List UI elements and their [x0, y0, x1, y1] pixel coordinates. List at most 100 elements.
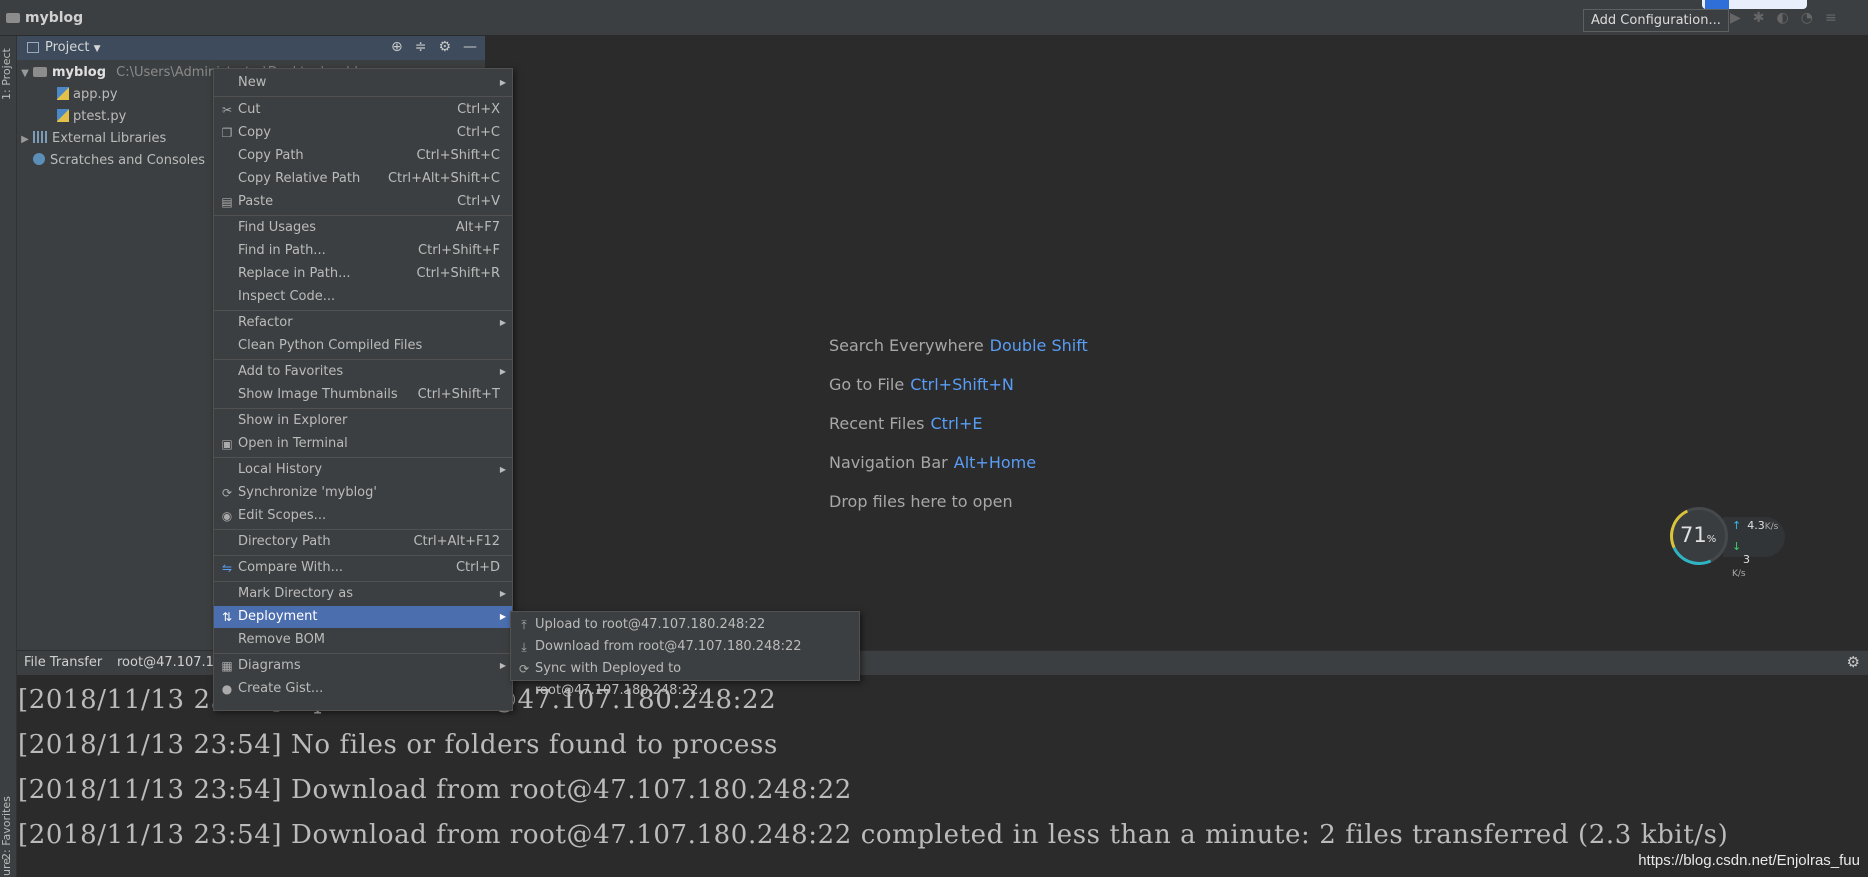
menu-item-open-in-terminal[interactable]: ▣ Open in Terminal [214, 433, 512, 455]
submenu-arrow-icon: ▶ [499, 661, 506, 670]
upload-unit: K/s [1764, 522, 1779, 532]
folder-icon [33, 67, 47, 77]
gear-icon[interactable]: ⚙ [438, 39, 451, 55]
hint-search-everywhere: Search Everywhere Double Shift [829, 336, 1088, 375]
menu-label: Show Image Thumbnails [238, 387, 398, 402]
menu-item-paste[interactable]: ▤ Paste Ctrl+V [214, 191, 512, 213]
gear-icon[interactable]: ⚙ [1847, 653, 1860, 671]
menu-item-replace-in-path[interactable]: Replace in Path... Ctrl+Shift+R [214, 263, 512, 285]
hide-icon[interactable]: — [463, 39, 477, 55]
download-arrow-icon: ↓ [1732, 540, 1742, 553]
menu-separator [214, 457, 512, 458]
profile-icon[interactable]: ◔ [1801, 10, 1825, 26]
tree-item-label: myblog [52, 65, 107, 80]
menu-separator [214, 96, 512, 97]
menu-item-clean-compiled[interactable]: Clean Python Compiled Files [214, 335, 512, 357]
download-unit: K/s [1732, 569, 1746, 579]
menu-item-local-history[interactable]: Local History ▶ [214, 459, 512, 481]
menu-item-mark-directory[interactable]: Mark Directory as ▶ [214, 583, 512, 605]
menu-separator [214, 529, 512, 530]
run-icon[interactable]: ▶ [1730, 10, 1753, 26]
menu-shortcut: Ctrl+Alt+Shift+C [387, 171, 500, 186]
menu-shortcut: Ctrl+C [456, 125, 500, 140]
debug-icon[interactable]: ✱ [1753, 10, 1777, 26]
tree-item-label: External Libraries [52, 131, 167, 146]
submenu-item-sync[interactable]: ⟳ Sync with Deployed to root@47.107.180.2… [511, 658, 859, 698]
library-icon [33, 131, 47, 143]
add-configuration-button[interactable]: Add Configuration... [1583, 9, 1729, 32]
menu-shortcut: Ctrl+Shift+F [418, 243, 500, 258]
submenu-item-download[interactable]: ⤓ Download from root@47.107.180.248:22 [511, 636, 859, 658]
upload-value: 4.3 [1747, 519, 1765, 532]
hint-label: Navigation Bar [829, 453, 948, 472]
run-toolbar: ▶✱◐◔≡ [1730, 10, 1849, 26]
expand-arrow-icon[interactable]: ▶ [17, 129, 33, 151]
expand-arrow-icon[interactable]: ▼ [17, 63, 33, 85]
menu-label: Create Gist... [238, 681, 324, 696]
menu-item-new[interactable]: New ▶ [214, 72, 512, 94]
folder-icon [6, 13, 20, 23]
build-icon[interactable]: ≡ [1825, 10, 1849, 26]
favorites-tool-tab[interactable]: 2: Favorites [0, 796, 16, 860]
compare-icon: ⇋ [221, 561, 233, 575]
menu-item-compare-with[interactable]: ⇋ Compare With... Ctrl+D [214, 557, 512, 579]
menu-item-synchronize[interactable]: ⟳ Synchronize 'myblog' [214, 482, 512, 504]
coverage-icon[interactable]: ◐ [1777, 10, 1801, 26]
submenu-item-upload[interactable]: ⤒ Upload to root@47.107.180.248:22 [511, 614, 859, 636]
menu-item-inspect-code[interactable]: Inspect Code... [214, 286, 512, 308]
menu-label: Synchronize 'myblog' [238, 485, 377, 500]
menu-label: New [238, 75, 267, 90]
menu-item-find-usages[interactable]: Find Usages Alt+F7 [214, 217, 512, 239]
tree-item-scratches[interactable]: Scratches and Consoles [33, 150, 205, 172]
locate-icon[interactable]: ⊕ [391, 39, 403, 55]
menu-item-directory-path[interactable]: Directory Path Ctrl+Alt+F12 [214, 531, 512, 553]
menu-item-show-thumbnails[interactable]: Show Image Thumbnails Ctrl+Shift+T [214, 384, 512, 406]
submenu-arrow-icon: ▶ [499, 367, 506, 376]
project-header-actions: ⊕ ≑ ⚙ — [379, 39, 477, 55]
menu-label: Inspect Code... [238, 289, 336, 304]
menu-shortcut: Ctrl+V [457, 194, 500, 209]
menu-item-find-in-path[interactable]: Find in Path... Ctrl+Shift+F [214, 240, 512, 262]
project-view-selector[interactable]: Project ▼ [45, 40, 101, 55]
sync-icon: ⟳ [518, 662, 530, 676]
menu-item-copy[interactable]: ❐ Copy Ctrl+C [214, 122, 512, 144]
hint-key: Ctrl+E [930, 414, 983, 433]
tab-file-transfer[interactable]: File Transfer [24, 655, 102, 670]
hint-label: Drop files here to open [829, 492, 1013, 511]
menu-item-refactor[interactable]: Refactor ▶ [214, 312, 512, 334]
project-breadcrumb[interactable]: myblog [6, 10, 83, 26]
collapse-all-icon[interactable]: ≑ [415, 39, 427, 55]
editor-area[interactable]: Search Everywhere Double Shift Go to File… [485, 36, 1868, 650]
structure-tool-tab[interactable]: ure [0, 856, 16, 877]
context-menu: New ▶ ✂ Cut Ctrl+X ❐ Copy Ctrl+C Copy Path Ctr… [213, 68, 513, 711]
menu-label: Open in Terminal [238, 436, 348, 451]
hint-recent-files: Recent Files Ctrl+E [829, 414, 1088, 453]
menu-item-edit-scopes[interactable]: ◉ Edit Scopes... [214, 505, 512, 527]
menu-item-copy-path[interactable]: Copy Path Ctrl+Shift+C [214, 145, 512, 167]
submenu-arrow-icon: ▶ [499, 589, 506, 598]
menu-separator [214, 555, 512, 556]
menu-label: Directory Path [238, 534, 331, 549]
menu-item-copy-relative-path[interactable]: Copy Relative Path Ctrl+Alt+Shift+C [214, 168, 512, 190]
menu-item-show-in-explorer[interactable]: Show in Explorer [214, 410, 512, 432]
menu-item-remove-bom[interactable]: Remove BOM [214, 629, 512, 651]
menu-item-diagrams[interactable]: ▦ Diagrams ▶ [214, 655, 512, 677]
menu-item-deployment[interactable]: ⇅ Deployment ▶ [214, 606, 512, 628]
menu-item-create-gist[interactable]: ● Create Gist... [214, 678, 512, 700]
tab-server[interactable]: root@47.107.1 [117, 655, 214, 670]
project-tool-tab[interactable]: 1: Project [0, 42, 16, 106]
project-name: myblog [25, 10, 84, 26]
tree-item-ptest-py[interactable]: ptest.py [57, 106, 126, 128]
menu-item-cut[interactable]: ✂ Cut Ctrl+X [214, 99, 512, 121]
menu-shortcut: Ctrl+D [455, 560, 500, 575]
menu-label: Compare With... [238, 560, 344, 575]
upload-arrow-icon: ↑ [1732, 519, 1742, 532]
tree-item-external-libraries[interactable]: ▶ External Libraries [17, 128, 166, 150]
tree-item-app-py[interactable]: app.py [57, 84, 118, 106]
menu-separator [214, 359, 512, 360]
download-icon: ⤓ [521, 640, 527, 654]
watermark: https://blog.csdn.net/Enjolras_fuu [1638, 852, 1860, 869]
menu-item-add-to-favorites[interactable]: Add to Favorites ▶ [214, 361, 512, 383]
hint-navigation-bar: Navigation Bar Alt+Home [829, 453, 1088, 492]
menu-separator [214, 581, 512, 582]
